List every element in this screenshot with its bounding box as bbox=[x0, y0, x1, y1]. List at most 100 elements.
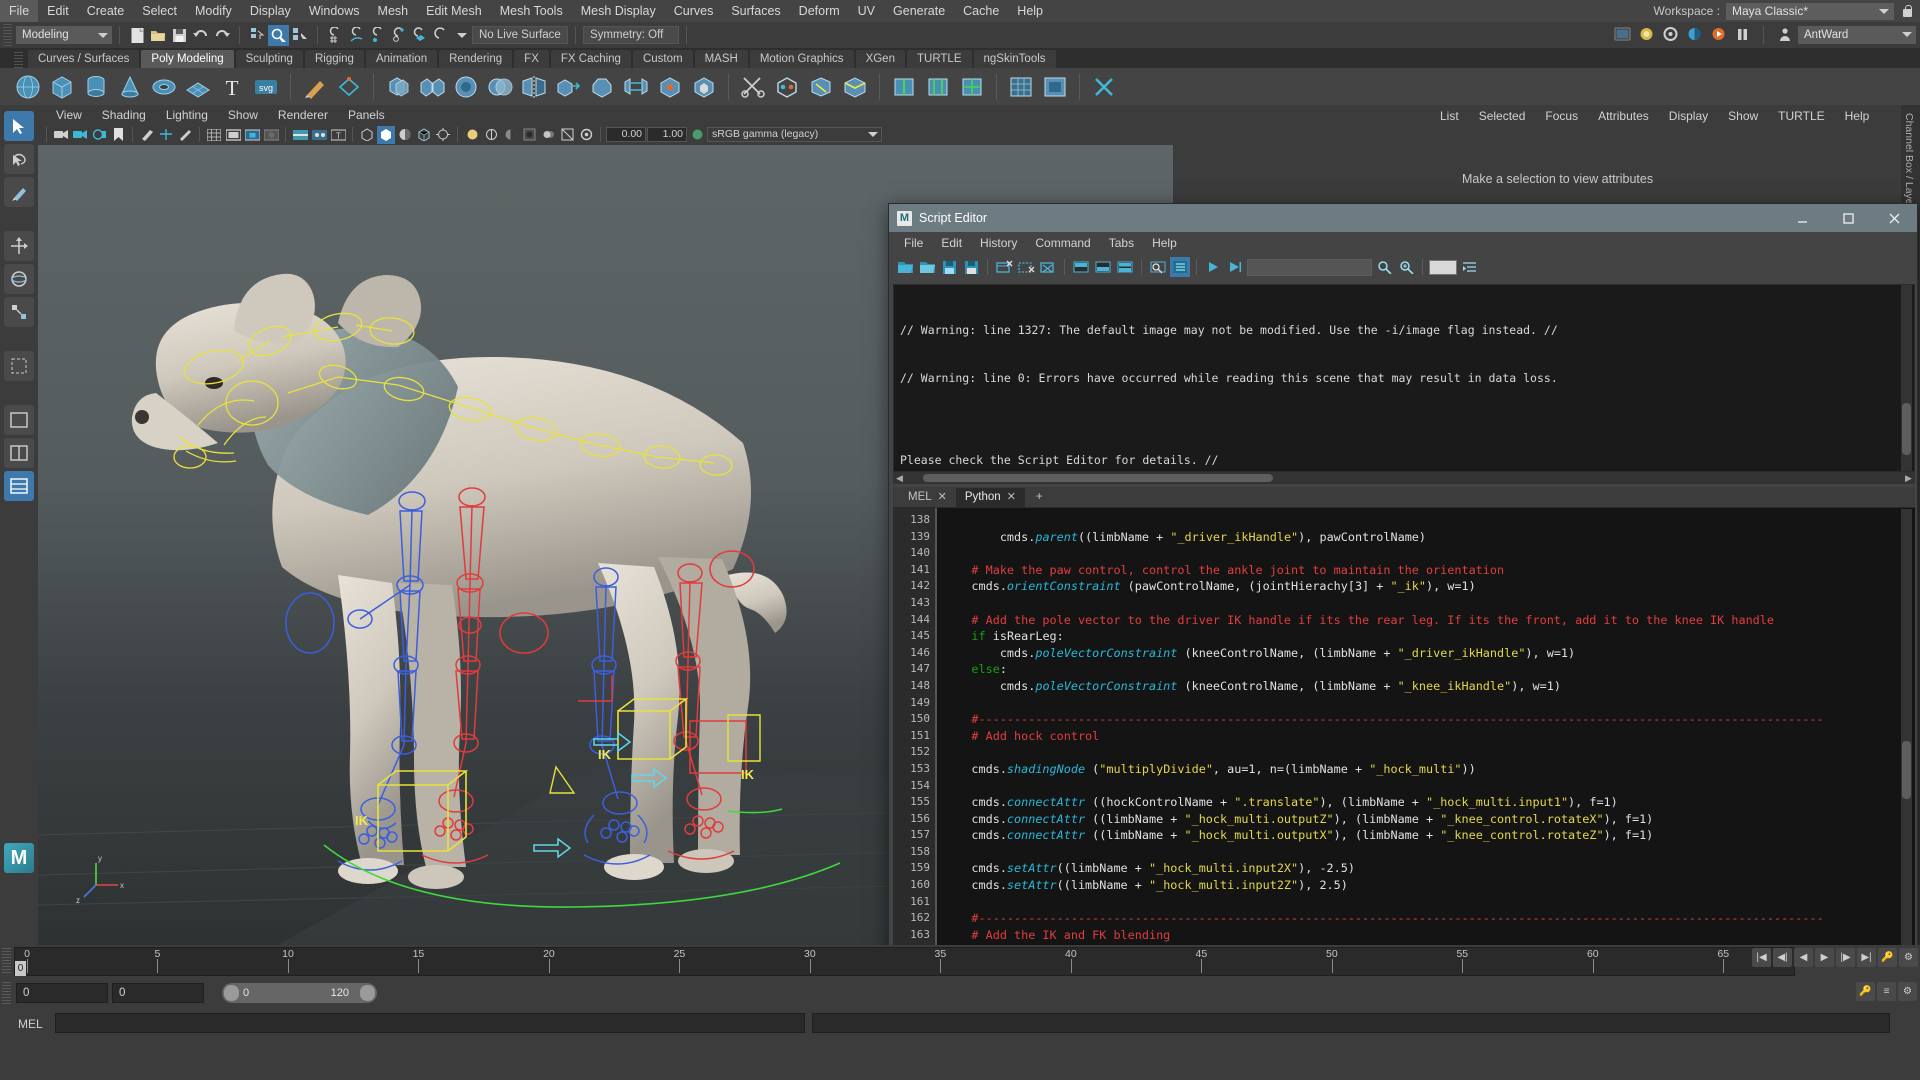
shelf-tab-ngskintools[interactable]: ngSkinTools bbox=[973, 50, 1056, 68]
character-set-button[interactable]: ≡ bbox=[1877, 982, 1896, 1001]
render-sequence-icon[interactable] bbox=[1708, 24, 1729, 45]
menu-set-combo[interactable]: Modeling bbox=[16, 26, 112, 44]
pause-render-icon[interactable] bbox=[1732, 24, 1753, 45]
open-scene-icon[interactable] bbox=[148, 25, 169, 46]
range-start-field[interactable]: 0 bbox=[16, 983, 108, 1003]
step-back-button[interactable]: ◀| bbox=[1773, 948, 1792, 967]
viewport-menu-view[interactable]: View bbox=[46, 108, 92, 122]
boolean-icon[interactable] bbox=[484, 71, 516, 103]
shelf-tab-custom[interactable]: Custom bbox=[632, 50, 693, 68]
all-lights-icon[interactable] bbox=[482, 126, 500, 144]
poly-smooth-preview-icon[interactable] bbox=[956, 71, 988, 103]
select-by-component-icon[interactable] bbox=[289, 25, 310, 46]
sculpt-tool-icon[interactable] bbox=[299, 71, 331, 103]
animation-preferences-button[interactable]: ⚙ bbox=[1899, 948, 1918, 967]
shelf-tab-xgen[interactable]: XGen bbox=[855, 50, 905, 68]
select-by-hierarchy-icon[interactable] bbox=[247, 25, 268, 46]
save-scene-icon[interactable] bbox=[169, 25, 190, 46]
shelf-tab-mash[interactable]: MASH bbox=[694, 50, 748, 68]
script-editor-history-pane[interactable]: // Warning: line 1327: The default image… bbox=[893, 284, 1915, 472]
target-weld-icon[interactable] bbox=[771, 71, 803, 103]
menu-modify[interactable]: Modify bbox=[186, 0, 241, 22]
insert-edge-loop-icon[interactable] bbox=[888, 71, 920, 103]
clear-all-icon[interactable] bbox=[1038, 257, 1058, 277]
snap-to-projected-center-icon[interactable] bbox=[388, 25, 409, 46]
time-slider[interactable]: 0 5 10 15 20 25 30 35 40 45 50 55 60 65 0 |◀ ◀| ◀ ▶ |▶… bbox=[0, 945, 1920, 978]
new-script-icon[interactable] bbox=[895, 257, 915, 277]
se-menu-file[interactable]: File bbox=[895, 236, 932, 250]
polygon-cube-icon[interactable] bbox=[46, 71, 78, 103]
viewport-menu-panels[interactable]: Panels bbox=[338, 108, 395, 122]
menu-edit[interactable]: Edit bbox=[38, 0, 78, 22]
script-editor-title-bar[interactable]: M Script Editor bbox=[889, 204, 1917, 232]
polygon-plane-icon[interactable] bbox=[182, 71, 214, 103]
svg-icon[interactable]: svg bbox=[250, 71, 282, 103]
shelf-tab-fx-caching[interactable]: FX Caching bbox=[550, 50, 631, 68]
indent-icon[interactable] bbox=[1459, 257, 1479, 277]
attr-menu-turtle[interactable]: TURTLE bbox=[1768, 109, 1834, 123]
resolution-gate-icon[interactable] bbox=[243, 126, 261, 144]
multi-cut-icon[interactable] bbox=[737, 71, 769, 103]
search-replace-icon[interactable] bbox=[1148, 257, 1168, 277]
attr-menu-show[interactable]: Show bbox=[1718, 109, 1768, 123]
screen-space-ao-icon[interactable] bbox=[520, 126, 538, 144]
fill-hole-icon[interactable] bbox=[688, 71, 720, 103]
combine-icon[interactable] bbox=[382, 71, 414, 103]
single-pane-layout-button[interactable] bbox=[4, 405, 34, 435]
smooth-icon[interactable] bbox=[450, 71, 482, 103]
se-menu-help[interactable]: Help bbox=[1143, 236, 1186, 250]
near-clip-field[interactable]: 0.00 bbox=[606, 127, 646, 142]
scroll-left-arrow-icon[interactable]: ◀ bbox=[894, 473, 905, 483]
menu-surfaces[interactable]: Surfaces bbox=[722, 0, 789, 22]
step-forward-button[interactable]: |▶ bbox=[1836, 948, 1855, 967]
uv-editor-icon[interactable] bbox=[1005, 71, 1037, 103]
show-both-icon[interactable] bbox=[1115, 257, 1135, 277]
script-tab-add[interactable]: + bbox=[1024, 488, 1054, 507]
snap-to-curve-icon[interactable] bbox=[346, 25, 367, 46]
new-scene-icon[interactable] bbox=[127, 25, 148, 46]
clear-input-icon[interactable] bbox=[1016, 257, 1036, 277]
auto-key-button[interactable]: 🔑 bbox=[1878, 948, 1897, 967]
status-line-grip[interactable] bbox=[3, 24, 12, 46]
menu-curves[interactable]: Curves bbox=[665, 0, 723, 22]
se-menu-command[interactable]: Command bbox=[1026, 236, 1099, 250]
open-script-icon[interactable] bbox=[917, 257, 937, 277]
render-settings-icon[interactable] bbox=[1660, 24, 1681, 45]
execute-all-icon[interactable] bbox=[1225, 257, 1245, 277]
clear-history-icon[interactable] bbox=[994, 257, 1014, 277]
menu-create[interactable]: Create bbox=[78, 0, 134, 22]
selection-set-combo[interactable]: AntWard bbox=[1798, 25, 1916, 44]
scrollbar-thumb[interactable] bbox=[1902, 741, 1911, 799]
last-tool-button[interactable] bbox=[4, 351, 34, 381]
attr-menu-help[interactable]: Help bbox=[1835, 109, 1880, 123]
color-management-toggle-icon[interactable] bbox=[688, 126, 706, 144]
attr-menu-list[interactable]: List bbox=[1430, 109, 1469, 123]
polygon-sphere-icon[interactable] bbox=[12, 71, 44, 103]
auto-key-toggle[interactable]: 🔑 bbox=[1856, 982, 1875, 1001]
connect-icon[interactable] bbox=[805, 71, 837, 103]
shelf-tab-rigging[interactable]: Rigging bbox=[304, 50, 364, 68]
range-end-field[interactable]: 0 bbox=[112, 983, 204, 1003]
scrollbar-thumb[interactable] bbox=[1902, 403, 1911, 455]
menu-mesh-tools[interactable]: Mesh Tools bbox=[491, 0, 572, 22]
animation-prefs-button[interactable]: ⚙ bbox=[1898, 982, 1917, 1001]
viewport-menu-show[interactable]: Show bbox=[218, 108, 268, 122]
attr-menu-attributes[interactable]: Attributes bbox=[1588, 109, 1659, 123]
extrude-icon[interactable] bbox=[552, 71, 584, 103]
undo-icon[interactable] bbox=[190, 25, 211, 46]
se-menu-edit[interactable]: Edit bbox=[932, 236, 971, 250]
menu-deform[interactable]: Deform bbox=[790, 0, 849, 22]
render-view-icon[interactable] bbox=[1612, 24, 1633, 45]
current-frame-marker[interactable]: 0 bbox=[15, 961, 26, 976]
snap-to-grid-icon[interactable] bbox=[325, 25, 346, 46]
find-next-icon[interactable] bbox=[1396, 257, 1416, 277]
save-script-icon[interactable] bbox=[939, 257, 959, 277]
select-by-object-icon[interactable] bbox=[268, 24, 289, 46]
bevel-icon[interactable] bbox=[586, 71, 618, 103]
go-to-end-button[interactable]: ▶| bbox=[1857, 948, 1876, 967]
maximize-button[interactable] bbox=[1825, 204, 1871, 232]
shaded-wireframe-icon[interactable] bbox=[396, 126, 414, 144]
bridge-icon[interactable] bbox=[620, 71, 652, 103]
scrollbar-thumb[interactable] bbox=[923, 474, 1273, 482]
hardware-texturing-icon[interactable] bbox=[415, 126, 433, 144]
